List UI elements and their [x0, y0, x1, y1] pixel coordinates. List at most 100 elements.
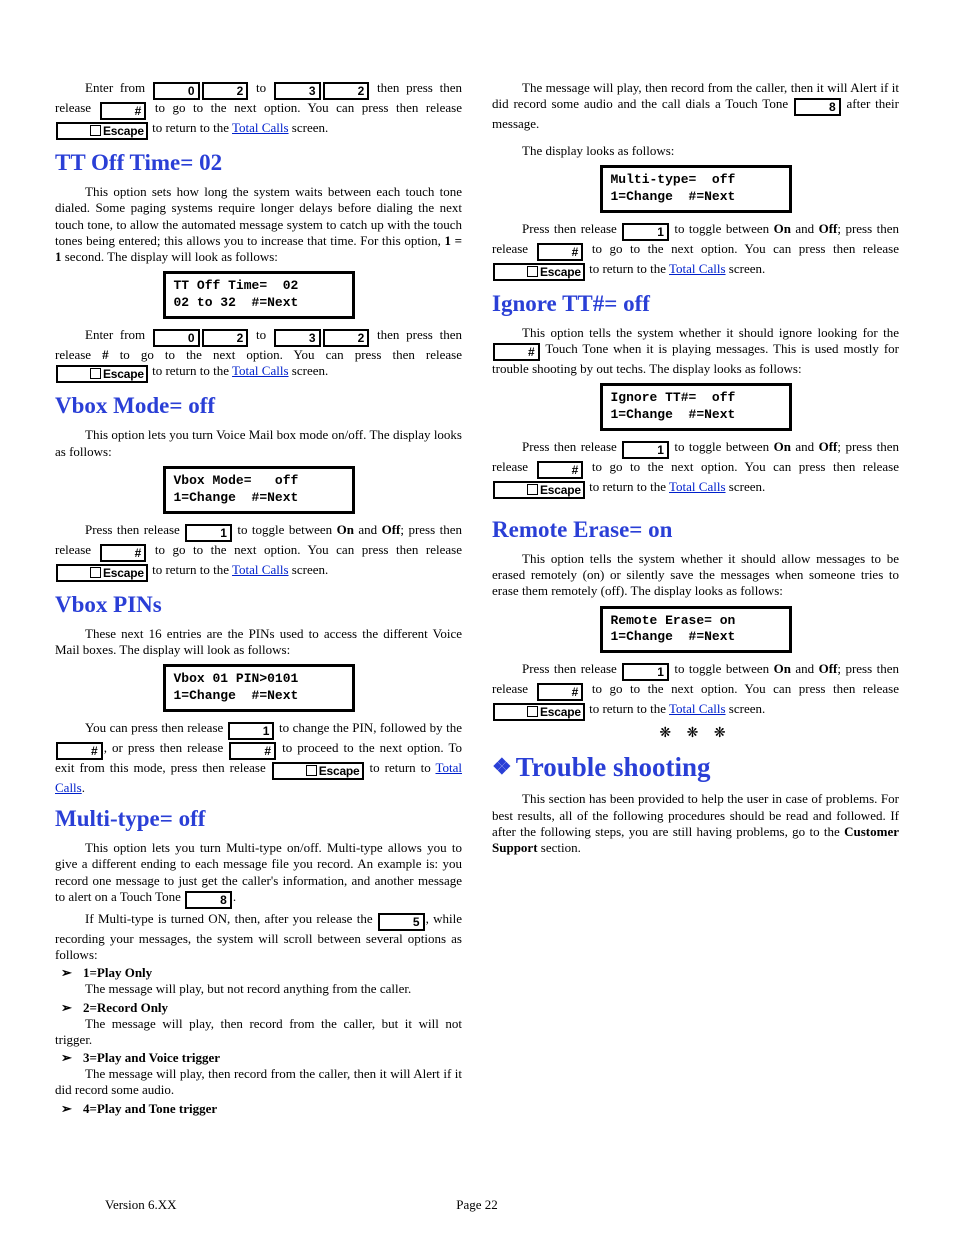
text: to go to the next option. You can press …: [584, 241, 899, 256]
key-3-icon: 3: [274, 329, 321, 347]
text: to toggle between: [670, 439, 774, 454]
text: Off: [819, 661, 838, 676]
option-label: 1=Play Only: [83, 965, 152, 981]
option-4: ➢4=Play and Tone trigger: [61, 1101, 462, 1117]
heading-ignore-tt: Ignore TT#= off: [492, 291, 899, 317]
text: screen.: [726, 261, 766, 276]
text: This option tells the system whether it …: [522, 325, 899, 340]
text: and: [354, 522, 382, 537]
key-hash-icon: #: [229, 742, 276, 760]
lcd-multi-type: Multi-type= off 1=Change #=Next: [600, 165, 792, 213]
total-calls-link[interactable]: Total Calls: [232, 120, 289, 135]
key-0-icon: 0: [153, 82, 200, 100]
option-label: 2=Record Only: [83, 1000, 168, 1016]
text: second. The display will look as follows…: [62, 249, 278, 264]
option-2-text: The message will play, then record from …: [55, 1016, 462, 1049]
text: and: [791, 221, 819, 236]
arrow-icon: ➢: [61, 1000, 83, 1016]
option-2: ➢2=Record Only: [61, 1000, 462, 1016]
key-hash-icon: #: [100, 102, 147, 120]
text: .: [233, 889, 236, 904]
option-3-text: The message will play, then record from …: [55, 1066, 462, 1099]
text: to: [249, 327, 273, 342]
text: to toggle between: [233, 522, 337, 537]
text: to go to the next option. You can press …: [584, 681, 899, 696]
footer-page-number: Page 22: [0, 1197, 954, 1213]
vbox-mode-body: This option lets you turn Voice Mail box…: [55, 427, 462, 460]
total-calls-link[interactable]: Total Calls: [669, 479, 726, 494]
text: section.: [538, 840, 581, 855]
text: to toggle between: [670, 661, 774, 676]
text: to return to the: [586, 701, 669, 716]
heading-multi-type: Multi-type= off: [55, 806, 462, 832]
multi-body: This option lets you turn Multi-type on/…: [55, 840, 462, 909]
ignore-body: This option tells the system whether it …: [492, 325, 899, 378]
heading-text: Trouble shooting: [516, 752, 711, 782]
total-calls-link[interactable]: Total Calls: [669, 701, 726, 716]
key-hash-icon: #: [537, 461, 584, 479]
lcd-ignore-tt: Ignore TT#= off 1=Change #=Next: [600, 383, 792, 431]
key-hash-icon: #: [56, 742, 103, 760]
text: to return to the: [149, 120, 232, 135]
trouble-body: This section has been provided to help t…: [492, 791, 899, 856]
text: to go to the next option. You can press …: [109, 347, 462, 362]
total-calls-link[interactable]: Total Calls: [232, 562, 289, 577]
tt-off-after: Enter from 02 to 32 then press then rele…: [55, 327, 462, 383]
text: to go to the next option. You can press …: [584, 459, 899, 474]
section-divider-stars-icon: ❋ ❋ ❋: [492, 725, 899, 742]
multi-body-2: If Multi-type is turned ON, then, after …: [55, 911, 462, 964]
key-2-icon: 2: [323, 82, 370, 100]
option-label: 4=Play and Tone trigger: [83, 1101, 217, 1117]
text: Press then release: [522, 439, 621, 454]
lcd-remote-erase: Remote Erase= on 1=Change #=Next: [600, 606, 792, 654]
heading-remote-erase: Remote Erase= on: [492, 517, 899, 543]
total-calls-link[interactable]: Total Calls: [669, 261, 726, 276]
arrow-icon: ➢: [61, 1101, 83, 1117]
text: , or press then release: [104, 740, 229, 755]
key-2-icon: 2: [202, 329, 249, 347]
page: Enter from 02 to 32 then press then rele…: [0, 0, 954, 1235]
key-escape-icon: Escape: [56, 365, 148, 383]
text: Touch Tone when it is playing messages. …: [492, 341, 899, 376]
total-calls-link[interactable]: Total Calls: [232, 363, 289, 378]
text: to toggle between: [670, 221, 774, 236]
key-1-icon: 1: [622, 223, 669, 241]
text: Enter from: [85, 80, 152, 95]
option-3: ➢3=Play and Voice trigger: [61, 1050, 462, 1066]
text: Off: [819, 439, 838, 454]
multi-after: Press then release 1 to toggle between O…: [492, 221, 899, 281]
lcd-tt-off: TT Off Time= 02 02 to 32 #=Next: [163, 271, 355, 319]
text: If Multi-type is turned ON, then, after …: [85, 911, 377, 926]
lcd-vbox-mode: Vbox Mode= off 1=Change #=Next: [163, 466, 355, 514]
text: Press then release: [522, 221, 621, 236]
key-escape-icon: Escape: [493, 481, 585, 499]
key-escape-icon: Escape: [56, 564, 148, 582]
text: On: [774, 661, 791, 676]
text: On: [337, 522, 354, 537]
key-escape-icon: Escape: [493, 263, 585, 281]
text: On: [774, 221, 791, 236]
text: and: [791, 661, 819, 676]
text: Off: [819, 221, 838, 236]
text: This option lets you turn Multi-type on/…: [55, 840, 462, 904]
text: to return to the: [149, 363, 232, 378]
key-8-icon: 8: [185, 891, 232, 909]
text: screen.: [289, 363, 329, 378]
option-1: ➢1=Play Only: [61, 965, 462, 981]
two-column-layout: Enter from 02 to 32 then press then rele…: [55, 80, 899, 1150]
text: .: [82, 780, 85, 795]
text: You can press then release: [85, 720, 227, 735]
key-hash-icon: #: [537, 683, 584, 701]
text: to go to the next option. You can press …: [147, 100, 462, 115]
key-0-icon: 0: [153, 329, 200, 347]
text: This section has been provided to help t…: [492, 791, 899, 839]
heading-trouble-shooting: ❖Trouble shooting: [492, 752, 899, 783]
arrow-icon: ➢: [61, 965, 83, 981]
text: Off: [382, 522, 401, 537]
key-hash-icon: #: [493, 343, 540, 361]
heading-vbox-mode: Vbox Mode= off: [55, 393, 462, 419]
text: Press then release: [522, 661, 621, 676]
option-4-text: The message will play, then record from …: [492, 80, 899, 133]
option-1-text: The message will play, but not record an…: [55, 981, 462, 997]
remote-after: Press then release 1 to toggle between O…: [492, 661, 899, 721]
